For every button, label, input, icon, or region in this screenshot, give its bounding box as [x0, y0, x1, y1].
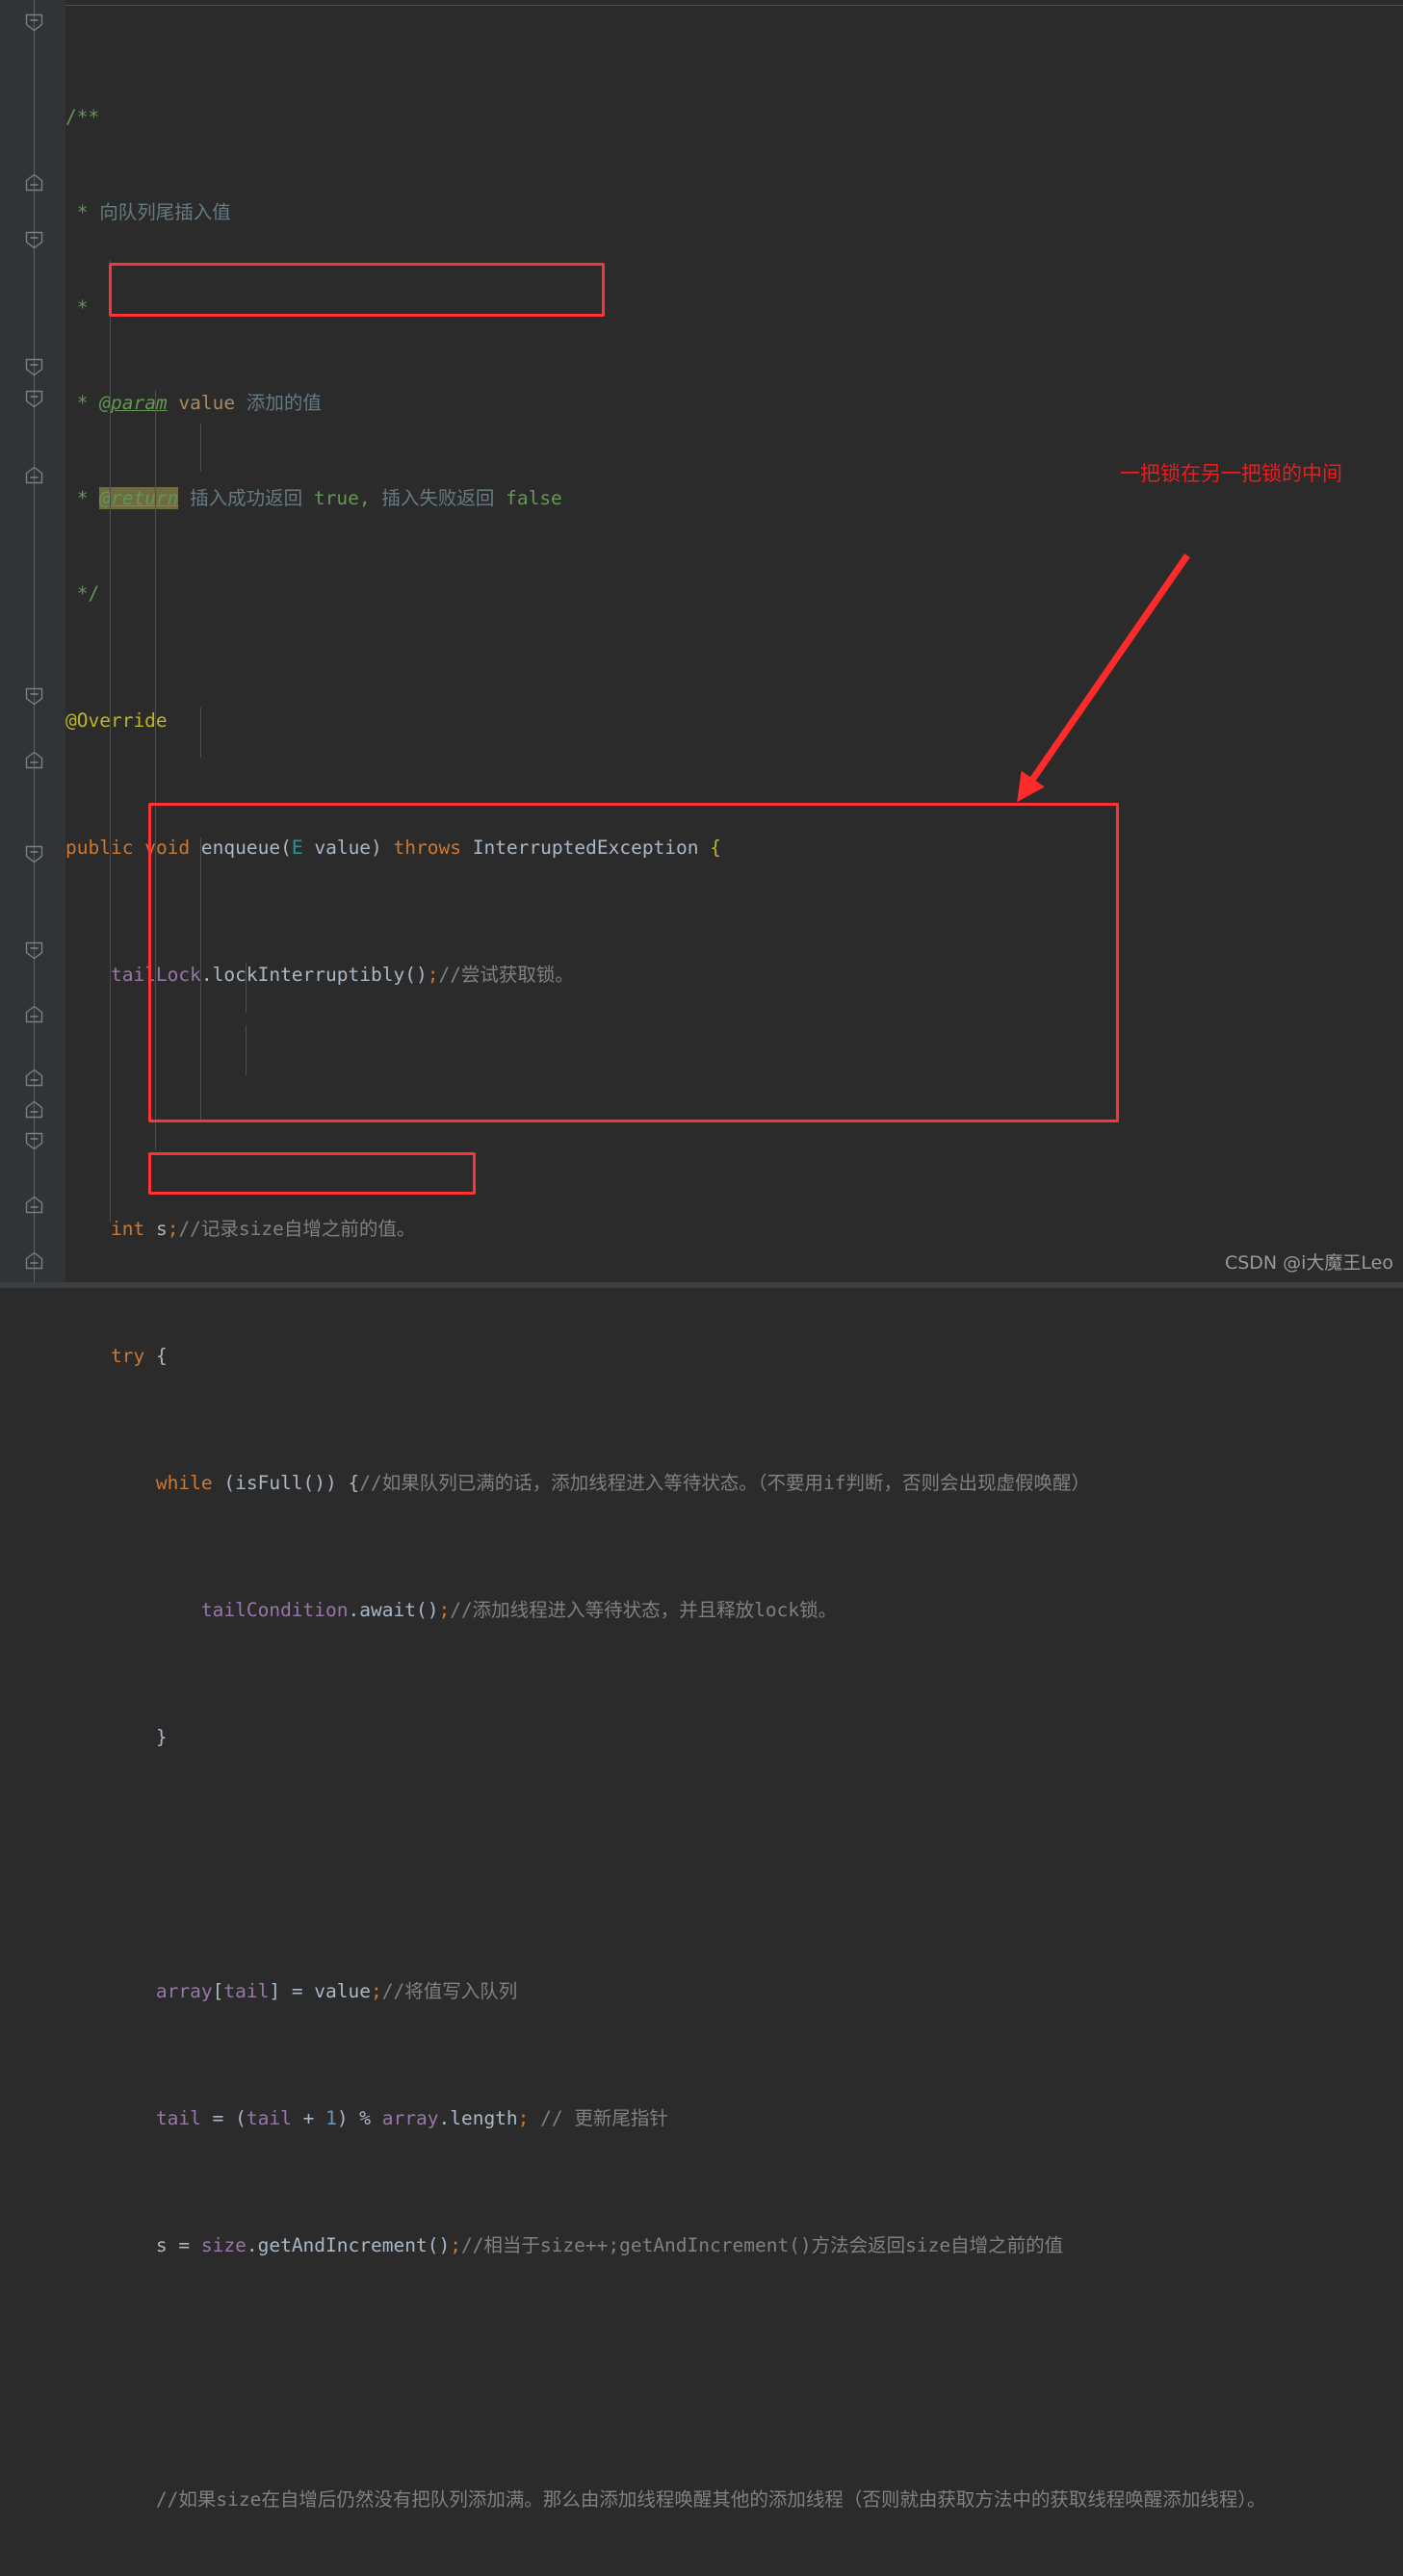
javadoc-true: true,	[313, 487, 371, 509]
field-tailcondition: tailCondition	[200, 1599, 349, 1621]
type-param-e: E	[291, 837, 303, 859]
inline-comment: //将值写入队列	[381, 1980, 518, 2002]
inline-comment: //如果队列已满的话，添加线程进入等待状态。（不要用if判断，否则会出现虚假唤醒…	[359, 1472, 1090, 1494]
fold-expand-icon[interactable]	[24, 941, 44, 960]
code-editor[interactable]: /** * 向队列尾插入值 * * @param value 添加的值 * @r…	[0, 0, 1403, 2511]
javadoc-return-desc2: 插入失败返回	[370, 487, 507, 509]
fold-collapse-icon[interactable]	[24, 1069, 44, 1087]
kw-throws: throws	[393, 837, 461, 859]
inline-comment: //记录size自增之前的值。	[178, 1218, 416, 1240]
kw-public: public	[65, 837, 134, 859]
kw-try: try	[110, 1345, 145, 1367]
inline-comment: //尝试获取锁。	[438, 964, 574, 986]
code-line[interactable]: public void enqueue(E value) throws Inte…	[65, 832, 1403, 863]
javadoc-close: */	[65, 582, 100, 605]
javadoc-desc: 向队列尾插入值	[99, 201, 231, 223]
code-line[interactable]: //如果size在自增后仍然没有把队列添加满。那么由添加线程唤醒其他的添加线程（…	[65, 2484, 1403, 2515]
block-comment: //如果size在自增后仍然没有把队列添加满。那么由添加线程唤醒其他的添加线程（…	[155, 2488, 1266, 2511]
fold-expand-icon[interactable]	[24, 687, 44, 706]
indent-guide	[110, 260, 111, 1223]
field-size: size	[200, 2234, 247, 2256]
javadoc-star: *	[65, 487, 100, 509]
fold-rail	[34, 0, 35, 1288]
indent-guide	[246, 1025, 247, 1075]
javadoc-false: false	[506, 487, 562, 509]
code-line[interactable]: while (isFull()) {//如果队列已满的话，添加线程进入等待状态。…	[65, 1467, 1403, 1499]
code-line[interactable]: * @param value 添加的值	[65, 387, 1403, 419]
fold-collapse-icon[interactable]	[24, 173, 44, 192]
code-line[interactable]	[65, 1086, 1403, 1118]
fold-expand-icon[interactable]	[24, 390, 44, 408]
field-tail: tail	[223, 1980, 270, 2002]
code-line[interactable]: * 向队列尾插入值	[65, 196, 1403, 228]
brace-open-method: {	[710, 837, 722, 859]
code-content[interactable]: /** * 向队列尾插入值 * * @param value 添加的值 * @r…	[65, 6, 1403, 2511]
fold-expand-icon[interactable]	[24, 231, 44, 249]
fold-collapse-icon[interactable]	[24, 1005, 44, 1023]
code-line[interactable]	[65, 1848, 1403, 1880]
code-line[interactable]: @Override	[65, 705, 1403, 736]
code-line[interactable]: tailLock.lockInterruptibly();//尝试获取锁。	[65, 959, 1403, 991]
code-line[interactable]	[65, 2357, 1403, 2388]
inline-comment: // 更新尾指针	[529, 2107, 668, 2129]
indent-guide	[200, 708, 201, 758]
indent-guide	[246, 963, 247, 1013]
code-line[interactable]: s = size.getAndIncrement();//相当于size++;g…	[65, 2229, 1403, 2261]
code-line[interactable]: *	[65, 292, 1403, 323]
code-line[interactable]: * @return 插入成功返回 true, 插入失败返回 false	[65, 482, 1403, 514]
code-line[interactable]: int s;//记录size自增之前的值。	[65, 1213, 1403, 1245]
method-name-enqueue: enqueue	[200, 837, 281, 859]
fold-expand-icon[interactable]	[24, 13, 44, 32]
kw-while: while	[155, 1472, 213, 1494]
fold-expand-icon[interactable]	[24, 1132, 44, 1150]
javadoc-open: /**	[65, 106, 100, 128]
code-line[interactable]: /**	[65, 101, 1403, 133]
kw-void: void	[144, 837, 191, 859]
fold-expand-icon[interactable]	[24, 358, 44, 376]
code-line[interactable]: tail = (tail + 1) % array.length; // 更新尾…	[65, 2102, 1403, 2134]
javadoc-return-tag: @return	[99, 487, 179, 509]
kw-int: int	[110, 1218, 145, 1240]
inline-comment: //相当于size++;getAndIncrement()方法会返回size自增…	[460, 2234, 1064, 2256]
field-tail: tail	[155, 2107, 201, 2129]
javadoc-star: *	[65, 296, 89, 319]
code-line[interactable]: array[tail] = value;//将值写入队列	[65, 1975, 1403, 2007]
inline-comment: //添加线程进入等待状态，并且释放lock锁。	[450, 1599, 838, 1621]
indent-guide	[155, 390, 156, 1150]
javadoc-param-desc: 添加的值	[246, 392, 322, 414]
code-line[interactable]: try {	[65, 1340, 1403, 1372]
fold-expand-icon[interactable]	[24, 845, 44, 863]
fold-collapse-icon[interactable]	[24, 751, 44, 769]
code-line[interactable]: */	[65, 578, 1403, 609]
javadoc-star: *	[65, 392, 100, 414]
annotation-override: @Override	[65, 709, 168, 732]
indent-guide	[200, 837, 201, 1121]
fold-collapse-icon[interactable]	[24, 1251, 44, 1270]
javadoc-star: *	[65, 201, 100, 223]
fold-collapse-icon[interactable]	[24, 1100, 44, 1119]
javadoc-return-desc: 插入成功返回	[178, 487, 314, 509]
fold-collapse-icon[interactable]	[24, 1196, 44, 1214]
javadoc-param-name: value	[167, 392, 247, 414]
field-array: array	[155, 1980, 213, 2002]
code-line[interactable]: tailCondition.await();//添加线程进入等待状态，并且释放l…	[65, 1594, 1403, 1626]
code-line[interactable]: }	[65, 1721, 1403, 1753]
indent-guide	[200, 424, 201, 472]
editor-gutter[interactable]	[0, 0, 65, 1288]
fold-collapse-icon[interactable]	[24, 466, 44, 484]
